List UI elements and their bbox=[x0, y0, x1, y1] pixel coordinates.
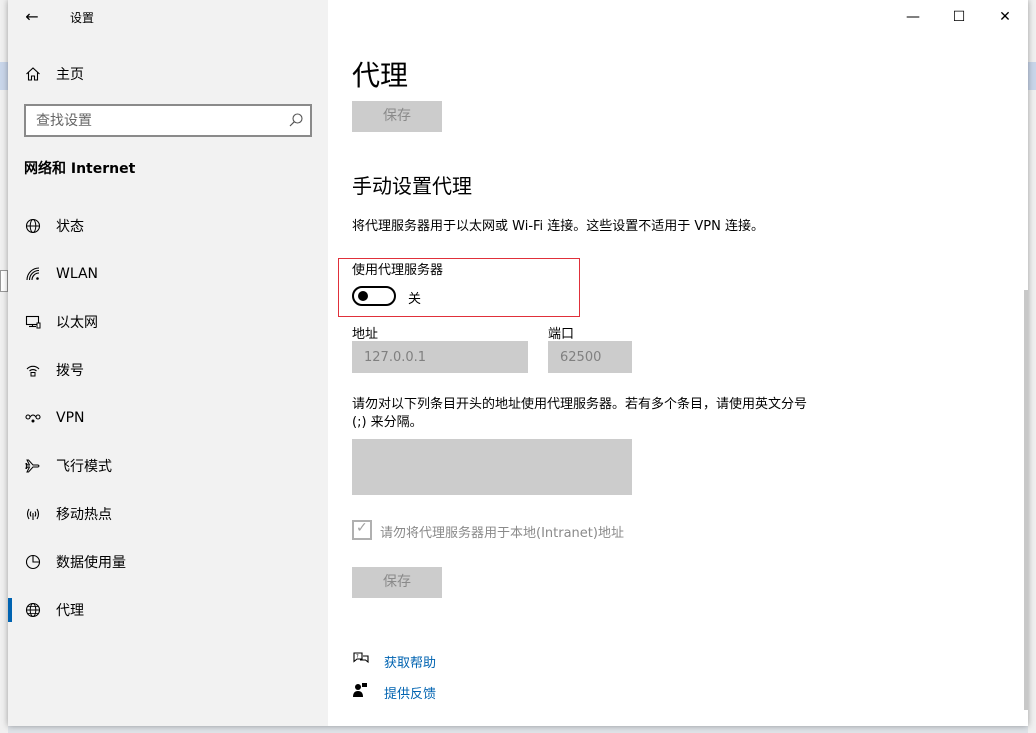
get-help-label: 获取帮助 bbox=[384, 655, 437, 671]
sidebar-item-data-usage[interactable]: 数据使用量 bbox=[8, 538, 328, 586]
maximize-button[interactable]: ☐ bbox=[936, 0, 982, 34]
minimize-icon: — bbox=[906, 9, 920, 25]
use-proxy-state: 关 bbox=[408, 292, 422, 307]
background-window-field bbox=[0, 270, 8, 292]
exception-list-field[interactable] bbox=[352, 439, 632, 495]
wifi-icon bbox=[8, 266, 56, 282]
sidebar-item-home[interactable]: 主页 bbox=[8, 58, 328, 90]
save-button-top[interactable]: 保存 bbox=[352, 101, 442, 132]
give-feedback-link[interactable]: 提供反馈 bbox=[352, 682, 436, 702]
sidebar-item-label: 数据使用量 bbox=[56, 555, 126, 571]
port-field[interactable] bbox=[548, 341, 632, 373]
scrollbar[interactable] bbox=[1024, 290, 1028, 710]
search-input[interactable] bbox=[26, 106, 276, 135]
sidebar-item-label: 代理 bbox=[56, 603, 84, 619]
airplane-icon bbox=[8, 458, 56, 474]
sidebar-item-airplane[interactable]: 飞行模式 bbox=[8, 442, 328, 490]
hotspot-icon bbox=[8, 506, 56, 522]
sidebar-item-label: 主页 bbox=[56, 67, 84, 83]
background-window-bar bbox=[0, 62, 8, 90]
address-field[interactable] bbox=[352, 341, 528, 373]
get-help-link[interactable]: ? 获取帮助 bbox=[352, 651, 436, 671]
sidebar-item-wlan[interactable]: WLAN bbox=[8, 250, 328, 298]
sidebar-item-label: 以太网 bbox=[56, 315, 98, 331]
manual-proxy-heading: 手动设置代理 bbox=[352, 174, 472, 198]
titlebar-left: ← 设置 bbox=[8, 0, 328, 34]
feedback-person-icon bbox=[352, 682, 384, 702]
main-content: — ☐ ✕ 代理 保存 手动设置代理 将代理服务器用于以太网或 Wi-Fi 连接… bbox=[328, 0, 1028, 726]
give-feedback-label: 提供反馈 bbox=[384, 686, 437, 702]
svg-text:?: ? bbox=[356, 654, 359, 660]
sidebar-item-label: 状态 bbox=[56, 219, 84, 235]
search-icon[interactable] bbox=[288, 112, 304, 132]
app-title: 设置 bbox=[70, 11, 95, 25]
help-chat-icon: ? bbox=[352, 651, 384, 671]
sidebar-item-proxy[interactable]: 代理 bbox=[8, 586, 328, 634]
vpn-icon bbox=[8, 410, 56, 426]
exception-description: 请勿对以下列条目开头的地址使用代理服务器。若有多个条目，请使用英文分号 (;) … bbox=[352, 397, 808, 430]
toggle-knob bbox=[358, 291, 368, 301]
sidebar-nav: 状态 WLAN 以太网 拨号 VPN 飞行模式 移动热点 数据使用量 代理 bbox=[8, 202, 328, 634]
sidebar-item-label: 移动热点 bbox=[56, 507, 112, 523]
background-window-bar-right bbox=[1028, 62, 1036, 90]
bypass-local-checkbox[interactable]: ✓ bbox=[352, 520, 372, 540]
manual-proxy-description: 将代理服务器用于以太网或 Wi-Fi 连接。这些设置不适用于 VPN 连接。 bbox=[352, 219, 765, 234]
save-button-bottom[interactable]: 保存 bbox=[352, 567, 442, 598]
sidebar-item-label: WLAN bbox=[56, 266, 99, 282]
window-controls: — ☐ ✕ bbox=[890, 0, 1028, 34]
sidebar-item-hotspot[interactable]: 移动热点 bbox=[8, 490, 328, 538]
check-icon: ✓ bbox=[356, 520, 368, 536]
port-label: 端口 bbox=[548, 327, 575, 342]
background-window-edge-left bbox=[0, 0, 8, 733]
page-title: 代理 bbox=[352, 59, 409, 92]
use-proxy-label: 使用代理服务器 bbox=[352, 263, 444, 278]
data-usage-icon bbox=[8, 554, 56, 570]
bypass-local-label: 请勿将代理服务器用于本地(Intranet)地址 bbox=[380, 526, 624, 541]
sidebar-item-label: VPN bbox=[56, 410, 85, 426]
sidebar: ← 设置 主页 网络和 Internet 状态 bbox=[8, 0, 328, 726]
maximize-icon: ☐ bbox=[952, 9, 966, 25]
address-label: 地址 bbox=[352, 327, 379, 342]
minimize-button[interactable]: — bbox=[890, 0, 936, 34]
close-button[interactable]: ✕ bbox=[982, 0, 1028, 34]
globe-status-icon bbox=[8, 218, 56, 234]
dialup-icon bbox=[8, 362, 56, 378]
sidebar-item-ethernet[interactable]: 以太网 bbox=[8, 298, 328, 346]
ethernet-icon bbox=[8, 314, 56, 330]
back-button[interactable]: ← bbox=[20, 6, 44, 28]
sidebar-item-label: 飞行模式 bbox=[56, 459, 112, 475]
back-arrow-icon: ← bbox=[25, 7, 39, 26]
close-icon: ✕ bbox=[999, 9, 1011, 25]
home-icon bbox=[8, 66, 56, 82]
sidebar-item-dialup[interactable]: 拨号 bbox=[8, 346, 328, 394]
settings-window: ← 设置 主页 网络和 Internet 状态 bbox=[8, 0, 1028, 726]
sidebar-item-status[interactable]: 状态 bbox=[8, 202, 328, 250]
section-title: 网络和 Internet bbox=[24, 161, 136, 177]
sidebar-item-label: 拨号 bbox=[56, 363, 84, 379]
sidebar-item-vpn[interactable]: VPN bbox=[8, 394, 328, 442]
globe-icon bbox=[8, 602, 56, 618]
use-proxy-toggle[interactable] bbox=[352, 286, 396, 306]
background-window-edge-right bbox=[1028, 0, 1036, 733]
search-box[interactable] bbox=[24, 104, 312, 137]
